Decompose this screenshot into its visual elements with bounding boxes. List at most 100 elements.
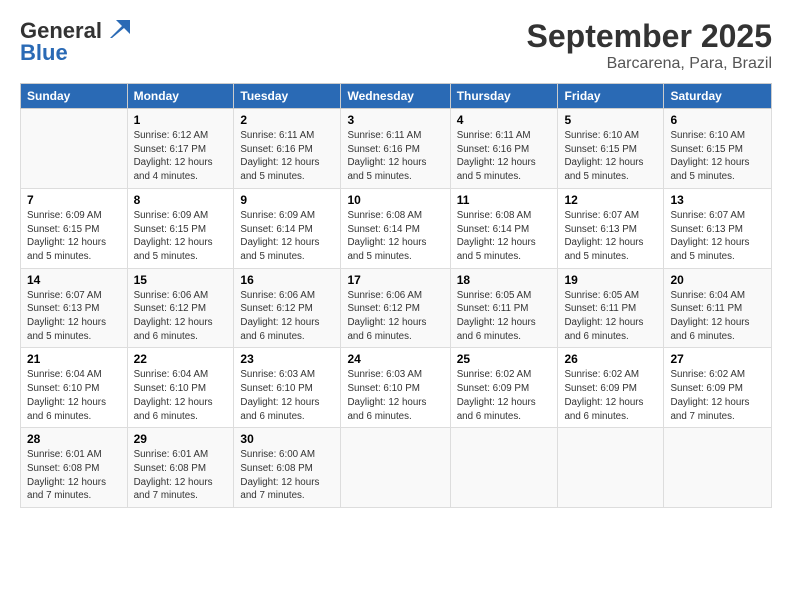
day-info: Sunrise: 6:08 AMSunset: 6:14 PMDaylight:…	[347, 209, 443, 264]
day-cell: 11 Sunrise: 6:08 AMSunset: 6:14 PMDayligh…	[450, 188, 558, 268]
day-number: 10	[347, 193, 443, 207]
col-sunday: Sunday	[21, 84, 128, 109]
day-number: 2	[240, 113, 334, 127]
day-cell: 19 Sunrise: 6:05 AMSunset: 6:11 PMDayligh…	[558, 268, 664, 348]
logo-icon	[104, 16, 130, 42]
day-number: 27	[670, 352, 765, 366]
day-cell: 20Sunrise: 6:04 AMSunset: 6:11 PMDayligh…	[664, 268, 772, 348]
day-cell	[450, 428, 558, 508]
page: General Blue September 2025 Barcarena, P…	[0, 0, 792, 612]
day-cell: 28Sunrise: 6:01 AMSunset: 6:08 PMDayligh…	[21, 428, 128, 508]
week-row-4: 28Sunrise: 6:01 AMSunset: 6:08 PMDayligh…	[21, 428, 772, 508]
week-row-1: 7 Sunrise: 6:09 AMSunset: 6:15 PMDaylight…	[21, 188, 772, 268]
day-cell: 24 Sunrise: 6:03 AMSunset: 6:10 PMDayligh…	[341, 348, 450, 428]
day-info: Sunrise: 6:10 AMSunset: 6:15 PMDaylight:…	[564, 129, 657, 184]
day-info: Sunrise: 6:12 AMSunset: 6:17 PMDaylight:…	[134, 129, 228, 184]
day-cell: 27Sunrise: 6:02 AMSunset: 6:09 PMDayligh…	[664, 348, 772, 428]
day-info: Sunrise: 6:08 AMSunset: 6:14 PMDaylight:…	[457, 209, 552, 264]
week-row-2: 14 Sunrise: 6:07 AMSunset: 6:13 PMDayligh…	[21, 268, 772, 348]
day-number: 25	[457, 352, 552, 366]
day-info: Sunrise: 6:02 AMSunset: 6:09 PMDaylight:…	[564, 368, 657, 423]
day-number: 9	[240, 193, 334, 207]
day-cell: 1 Sunrise: 6:12 AMSunset: 6:17 PMDaylight…	[127, 109, 234, 189]
day-number: 3	[347, 113, 443, 127]
day-number: 18	[457, 273, 552, 287]
day-cell: 18 Sunrise: 6:05 AMSunset: 6:11 PMDayligh…	[450, 268, 558, 348]
day-info: Sunrise: 6:10 AMSunset: 6:15 PMDaylight:…	[670, 129, 765, 184]
day-cell: 9 Sunrise: 6:09 AMSunset: 6:14 PMDaylight…	[234, 188, 341, 268]
day-cell: 4 Sunrise: 6:11 AMSunset: 6:16 PMDaylight…	[450, 109, 558, 189]
day-info: Sunrise: 6:03 AMSunset: 6:10 PMDaylight:…	[347, 368, 443, 423]
col-thursday: Thursday	[450, 84, 558, 109]
day-number: 22	[134, 352, 228, 366]
day-info: Sunrise: 6:09 AMSunset: 6:15 PMDaylight:…	[27, 209, 121, 264]
day-cell: 3 Sunrise: 6:11 AMSunset: 6:16 PMDaylight…	[341, 109, 450, 189]
day-cell: 15 Sunrise: 6:06 AMSunset: 6:12 PMDayligh…	[127, 268, 234, 348]
day-info: Sunrise: 6:07 AMSunset: 6:13 PMDaylight:…	[670, 209, 765, 264]
day-number: 16	[240, 273, 334, 287]
day-info: Sunrise: 6:09 AMSunset: 6:14 PMDaylight:…	[240, 209, 334, 264]
day-info: Sunrise: 6:11 AMSunset: 6:16 PMDaylight:…	[240, 129, 334, 184]
day-info: Sunrise: 6:02 AMSunset: 6:09 PMDaylight:…	[457, 368, 552, 423]
day-cell: 25 Sunrise: 6:02 AMSunset: 6:09 PMDayligh…	[450, 348, 558, 428]
day-cell: 16 Sunrise: 6:06 AMSunset: 6:12 PMDayligh…	[234, 268, 341, 348]
day-cell	[21, 109, 128, 189]
day-number: 4	[457, 113, 552, 127]
subtitle: Barcarena, Para, Brazil	[527, 55, 772, 73]
col-tuesday: Tuesday	[234, 84, 341, 109]
calendar-table: Sunday Monday Tuesday Wednesday Thursday…	[20, 83, 772, 508]
day-info: Sunrise: 6:09 AMSunset: 6:15 PMDaylight:…	[134, 209, 228, 264]
day-info: Sunrise: 6:07 AMSunset: 6:13 PMDaylight:…	[564, 209, 657, 264]
header-row: Sunday Monday Tuesday Wednesday Thursday…	[21, 84, 772, 109]
day-number: 6	[670, 113, 765, 127]
day-info: Sunrise: 6:05 AMSunset: 6:11 PMDaylight:…	[564, 289, 657, 344]
week-row-3: 21Sunrise: 6:04 AMSunset: 6:10 PMDayligh…	[21, 348, 772, 428]
day-cell: 7 Sunrise: 6:09 AMSunset: 6:15 PMDaylight…	[21, 188, 128, 268]
day-number: 15	[134, 273, 228, 287]
day-cell: 21Sunrise: 6:04 AMSunset: 6:10 PMDayligh…	[21, 348, 128, 428]
col-saturday: Saturday	[664, 84, 772, 109]
main-title: September 2025	[527, 18, 772, 55]
day-info: Sunrise: 6:05 AMSunset: 6:11 PMDaylight:…	[457, 289, 552, 344]
day-number: 5	[564, 113, 657, 127]
day-info: Sunrise: 6:04 AMSunset: 6:10 PMDaylight:…	[27, 368, 121, 423]
day-number: 12	[564, 193, 657, 207]
day-cell: 13 Sunrise: 6:07 AMSunset: 6:13 PMDayligh…	[664, 188, 772, 268]
day-info: Sunrise: 6:06 AMSunset: 6:12 PMDaylight:…	[134, 289, 228, 344]
day-number: 19	[564, 273, 657, 287]
day-number: 28	[27, 432, 121, 446]
day-info: Sunrise: 6:00 AMSunset: 6:08 PMDaylight:…	[240, 448, 334, 503]
day-number: 14	[27, 273, 121, 287]
title-block: September 2025 Barcarena, Para, Brazil	[527, 18, 772, 73]
day-cell: 12 Sunrise: 6:07 AMSunset: 6:13 PMDayligh…	[558, 188, 664, 268]
day-number: 24	[347, 352, 443, 366]
day-info: Sunrise: 6:11 AMSunset: 6:16 PMDaylight:…	[457, 129, 552, 184]
day-info: Sunrise: 6:07 AMSunset: 6:13 PMDaylight:…	[27, 289, 121, 344]
day-number: 11	[457, 193, 552, 207]
day-info: Sunrise: 6:06 AMSunset: 6:12 PMDaylight:…	[240, 289, 334, 344]
day-number: 29	[134, 432, 228, 446]
day-cell: 23 Sunrise: 6:03 AMSunset: 6:10 PMDayligh…	[234, 348, 341, 428]
week-row-0: 1 Sunrise: 6:12 AMSunset: 6:17 PMDaylight…	[21, 109, 772, 189]
logo: General Blue	[20, 18, 130, 66]
day-info: Sunrise: 6:06 AMSunset: 6:12 PMDaylight:…	[347, 289, 443, 344]
day-info: Sunrise: 6:03 AMSunset: 6:10 PMDaylight:…	[240, 368, 334, 423]
day-cell	[341, 428, 450, 508]
day-cell: 5 Sunrise: 6:10 AMSunset: 6:15 PMDaylight…	[558, 109, 664, 189]
day-number: 30	[240, 432, 334, 446]
day-cell: 8Sunrise: 6:09 AMSunset: 6:15 PMDaylight…	[127, 188, 234, 268]
col-friday: Friday	[558, 84, 664, 109]
day-info: Sunrise: 6:11 AMSunset: 6:16 PMDaylight:…	[347, 129, 443, 184]
day-cell	[558, 428, 664, 508]
day-number: 1	[134, 113, 228, 127]
day-number: 13	[670, 193, 765, 207]
day-number: 23	[240, 352, 334, 366]
day-number: 7	[27, 193, 121, 207]
day-cell: 2 Sunrise: 6:11 AMSunset: 6:16 PMDaylight…	[234, 109, 341, 189]
day-cell: 6 Sunrise: 6:10 AMSunset: 6:15 PMDaylight…	[664, 109, 772, 189]
day-cell: 30 Sunrise: 6:00 AMSunset: 6:08 PMDayligh…	[234, 428, 341, 508]
day-cell: 10 Sunrise: 6:08 AMSunset: 6:14 PMDayligh…	[341, 188, 450, 268]
day-cell: 14 Sunrise: 6:07 AMSunset: 6:13 PMDayligh…	[21, 268, 128, 348]
day-cell: 26Sunrise: 6:02 AMSunset: 6:09 PMDayligh…	[558, 348, 664, 428]
day-number: 17	[347, 273, 443, 287]
